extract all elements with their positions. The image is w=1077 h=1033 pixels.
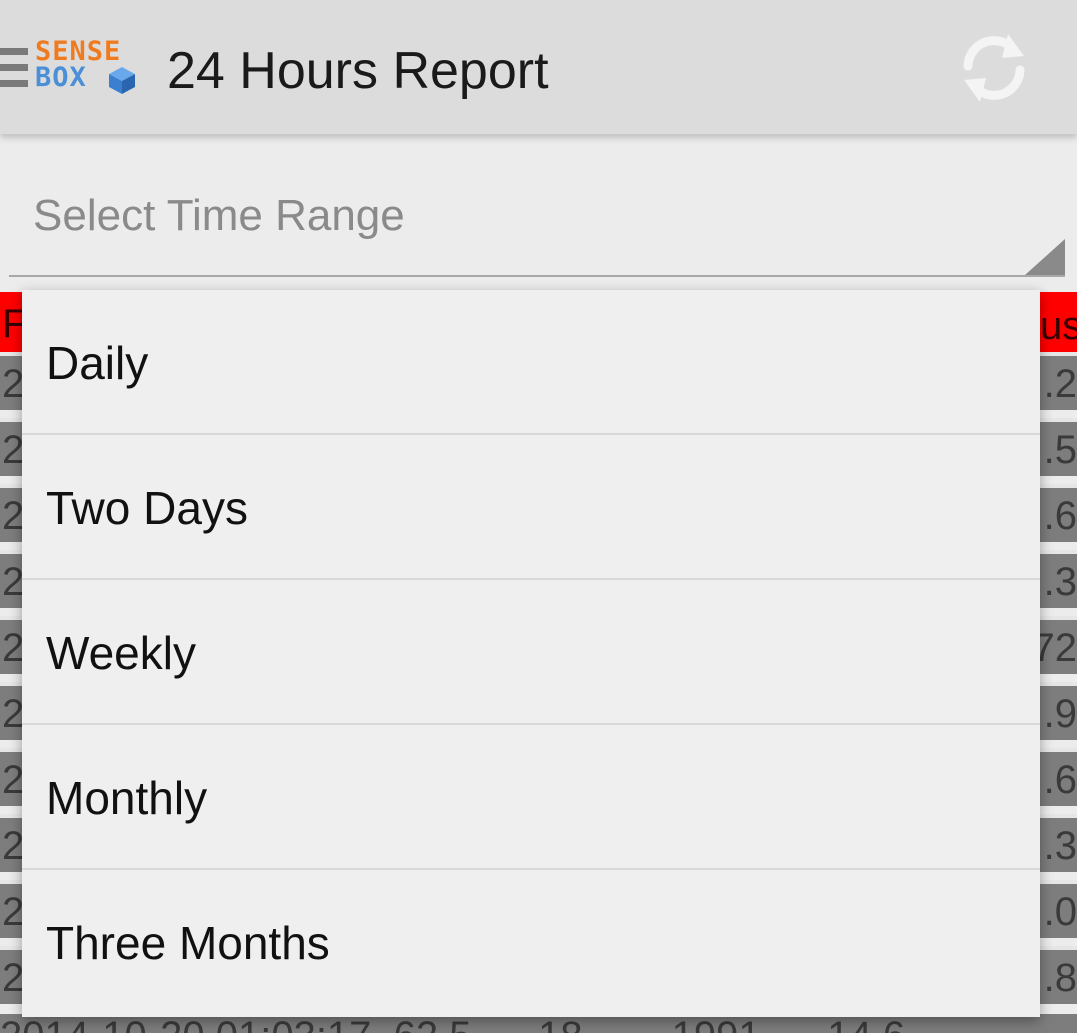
table-cell: 2 [2, 626, 25, 670]
menu-icon[interactable] [0, 48, 28, 92]
table-cell: 2 [2, 890, 25, 934]
table-header-right: us [1040, 304, 1077, 348]
table-cell: 2 [2, 824, 25, 868]
time-range-spinner[interactable]: Select Time Range [9, 165, 1065, 277]
option-two-days[interactable]: Two Days [22, 435, 1040, 580]
dropdown-triangle-icon [1025, 239, 1065, 275]
spinner-underline [9, 275, 1065, 277]
page-title: 24 Hours Report [167, 42, 549, 100]
spinner-placeholder: Select Time Range [33, 191, 405, 240]
table-cell: 2 [2, 362, 25, 406]
table-cell: 2 [2, 428, 25, 472]
logo-text-top: SENSE [35, 36, 122, 67]
table-cell: .6 [1043, 758, 1077, 802]
option-monthly[interactable]: Monthly [22, 725, 1040, 870]
app-bar: SENSE BOX 24 Hours Report [0, 0, 1077, 134]
option-label: Daily [46, 337, 149, 389]
logo-text-bottom: BOX [35, 62, 87, 93]
table-cell: 2 [2, 494, 25, 538]
table-cell: .2 [1043, 362, 1077, 406]
cube-icon [109, 67, 135, 94]
option-weekly[interactable]: Weekly [22, 580, 1040, 725]
table-cell: .6 [1043, 494, 1077, 538]
table-cell: .3 [1043, 824, 1077, 868]
table-cell: .9 [1043, 692, 1077, 736]
time-range-dropdown: Daily Two Days Weekly Monthly Three Mont… [22, 290, 1040, 1017]
table-cell: .0 [1043, 890, 1077, 934]
table-cell: 2 [2, 956, 25, 1000]
table-cell: .8 [1043, 956, 1077, 1000]
option-label: Two Days [46, 482, 248, 534]
table-cell: .3 [1043, 560, 1077, 604]
table-cell: 2 [2, 758, 25, 802]
table-cell: 2 [2, 560, 25, 604]
table-cell: .5 [1043, 428, 1077, 472]
option-label: Weekly [46, 627, 196, 679]
sensebox-logo[interactable]: SENSE BOX [35, 38, 155, 98]
table-cell: 2 [2, 692, 25, 736]
refresh-icon[interactable] [958, 30, 1030, 106]
option-daily[interactable]: Daily [22, 290, 1040, 435]
option-label: Three Months [46, 917, 330, 969]
option-label: Monthly [46, 772, 208, 824]
option-three-months[interactable]: Three Months [22, 870, 1040, 1015]
